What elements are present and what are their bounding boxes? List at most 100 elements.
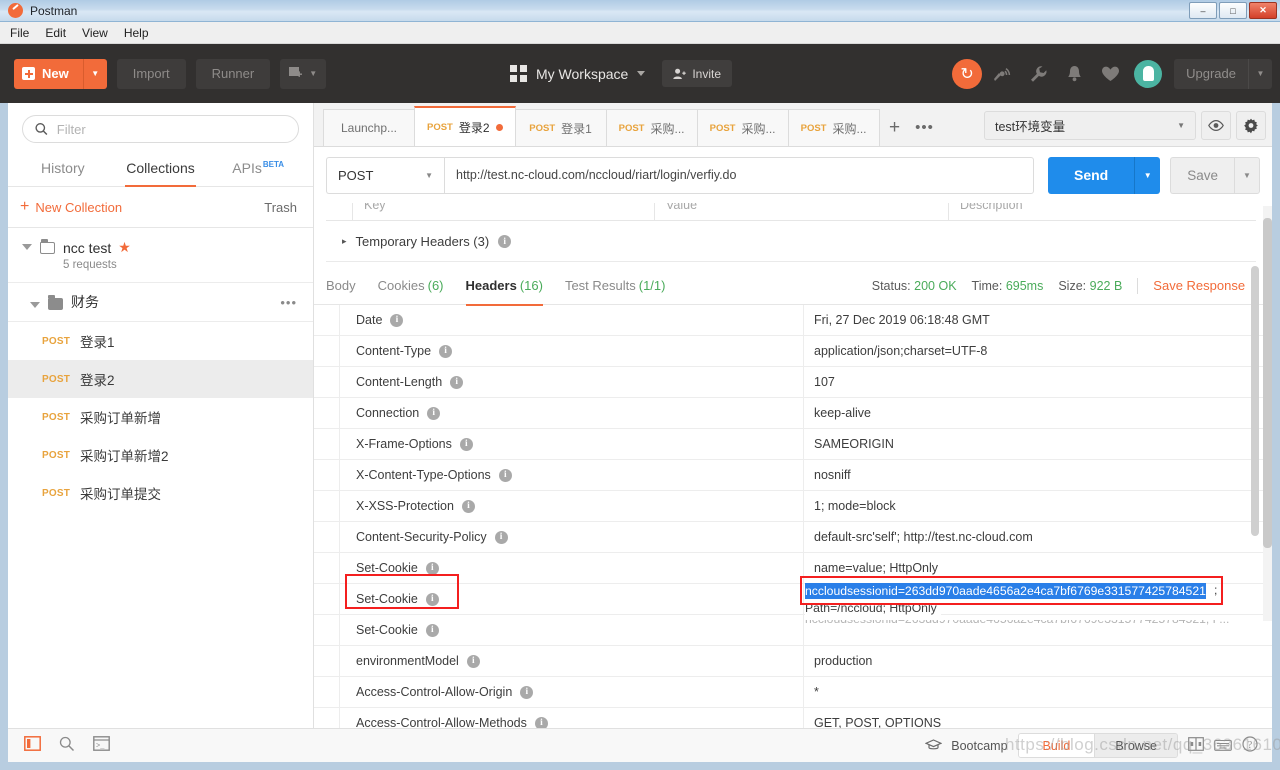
new-window-button[interactable]: ▼ bbox=[280, 58, 327, 89]
settings-button[interactable] bbox=[1236, 111, 1266, 140]
console-icon[interactable]: >_ bbox=[93, 736, 110, 755]
runner-button[interactable]: Runner bbox=[195, 58, 271, 89]
request-tab-caigou-2[interactable]: POST 采购... bbox=[696, 109, 789, 146]
info-icon[interactable]: i bbox=[390, 313, 404, 327]
minimize-button[interactable]: – bbox=[1189, 2, 1217, 19]
menu-item-view[interactable]: View bbox=[82, 26, 108, 40]
menu-item-edit[interactable]: Edit bbox=[45, 26, 66, 40]
temporary-headers-row[interactable]: ▸ Temporary Headers (3) i bbox=[326, 222, 1256, 262]
keyboard-icon[interactable] bbox=[1214, 738, 1232, 754]
info-icon[interactable]: i bbox=[450, 375, 464, 389]
folder-item-caiwu[interactable]: 财务 ••• bbox=[8, 283, 313, 322]
tab-label: 登录1 bbox=[561, 121, 592, 136]
send-button[interactable]: Send bbox=[1047, 156, 1135, 194]
headers-scrollbar[interactable] bbox=[1251, 206, 1259, 621]
close-button[interactable]: ✕ bbox=[1249, 2, 1277, 19]
menu-item-help[interactable]: Help bbox=[124, 26, 149, 40]
cookie-value-selected-text[interactable]: nccloudsessionid=263dd970aade4656a2e4ca7… bbox=[805, 583, 1206, 599]
chevron-right-icon[interactable]: ▸ bbox=[342, 236, 347, 247]
two-pane-icon[interactable] bbox=[1188, 737, 1204, 754]
wrench-icon[interactable] bbox=[1022, 58, 1054, 90]
star-icon[interactable]: ★ bbox=[118, 239, 131, 256]
request-name: 登录2 bbox=[80, 373, 115, 388]
request-tab-caigou-1[interactable]: POST 采购... bbox=[605, 109, 698, 146]
build-button[interactable]: Build bbox=[1018, 734, 1095, 757]
response-tab-headers[interactable]: Headers (16) bbox=[465, 267, 544, 306]
sidebar-toggle-icon[interactable] bbox=[24, 736, 41, 755]
info-icon[interactable]: i bbox=[498, 235, 512, 248]
import-button[interactable]: Import bbox=[116, 58, 186, 89]
workspace-caret-icon[interactable] bbox=[637, 71, 646, 76]
sidebar-request-po-new[interactable]: POST 采购订单新增 bbox=[8, 398, 313, 436]
info-icon[interactable]: i bbox=[425, 623, 439, 637]
environment-quick-look-button[interactable] bbox=[1201, 111, 1231, 140]
more-dots-icon[interactable]: ••• bbox=[280, 295, 297, 310]
bell-icon[interactable] bbox=[1058, 58, 1090, 90]
new-button[interactable]: New ▼ bbox=[14, 58, 107, 89]
info-icon[interactable]: i bbox=[466, 654, 480, 668]
header-key: Set-Cookie bbox=[356, 623, 418, 637]
add-tab-button[interactable]: + bbox=[880, 109, 910, 146]
upgrade-button[interactable]: Upgrade ▼ bbox=[1174, 58, 1272, 89]
bootcamp-button[interactable]: Bootcamp bbox=[925, 739, 1008, 753]
help-icon[interactable]: ? bbox=[1242, 736, 1258, 755]
collection-item-ncc-test[interactable]: ncc test ★ 5 requests bbox=[8, 228, 313, 283]
heart-icon[interactable] bbox=[1094, 58, 1126, 90]
avatar[interactable] bbox=[1134, 59, 1163, 88]
svg-text:>_: >_ bbox=[96, 743, 105, 751]
new-dropdown-caret[interactable]: ▼ bbox=[82, 58, 107, 89]
table-row: Content-Length i 107 bbox=[314, 367, 1272, 398]
info-icon[interactable]: i bbox=[439, 344, 453, 358]
maximize-button[interactable]: □ bbox=[1219, 2, 1247, 19]
info-icon[interactable]: i bbox=[498, 468, 512, 482]
environment-selector[interactable]: test环境变量 ▼ bbox=[984, 111, 1196, 140]
workspace-name[interactable]: My Workspace bbox=[536, 66, 628, 82]
response-tab-test-results[interactable]: Test Results (1/1) bbox=[565, 267, 666, 305]
response-tab-body[interactable]: Body bbox=[326, 267, 356, 305]
new-collection-button[interactable]: + New Collection bbox=[20, 199, 122, 215]
http-method-selector[interactable]: POST ▼ bbox=[326, 156, 444, 194]
info-icon[interactable]: i bbox=[425, 561, 439, 575]
request-tab-launchpad[interactable]: Launchp... bbox=[323, 109, 415, 146]
info-icon[interactable]: i bbox=[520, 685, 534, 699]
info-icon[interactable]: i bbox=[427, 406, 441, 420]
sidebar-request-denglu1[interactable]: POST 登录1 bbox=[8, 322, 313, 360]
build-browse-toggle: Build Browse bbox=[1017, 733, 1178, 758]
chevron-down-icon[interactable] bbox=[30, 301, 40, 308]
scrollbar-thumb[interactable] bbox=[1251, 266, 1259, 536]
save-dropdown-caret[interactable]: ▼ bbox=[1234, 156, 1260, 194]
save-button[interactable]: Save bbox=[1170, 156, 1234, 194]
browse-button[interactable]: Browse bbox=[1094, 734, 1177, 757]
chevron-down-icon[interactable] bbox=[22, 244, 32, 250]
invite-button[interactable]: Invite bbox=[662, 60, 733, 87]
scrollbar-thumb[interactable] bbox=[1263, 218, 1272, 548]
menu-item-file[interactable]: File bbox=[10, 26, 29, 40]
tab-more-button[interactable]: ••• bbox=[910, 109, 940, 146]
request-tab-denglu2[interactable]: POST 登录2 bbox=[414, 106, 516, 146]
response-tab-cookies[interactable]: Cookies (6) bbox=[378, 267, 444, 305]
info-icon[interactable]: i bbox=[494, 530, 508, 544]
sidebar-request-denglu2[interactable]: POST 登录2 bbox=[8, 360, 313, 398]
outer-scrollbar[interactable] bbox=[1263, 206, 1272, 621]
info-icon[interactable]: i bbox=[461, 499, 475, 513]
info-icon[interactable]: i bbox=[425, 592, 439, 606]
sidebar-tab-history[interactable]: History bbox=[14, 151, 112, 186]
satellite-icon[interactable] bbox=[986, 58, 1018, 90]
sync-icon[interactable]: ↻ bbox=[952, 58, 983, 89]
save-response-button[interactable]: Save Response▼ bbox=[1153, 278, 1260, 293]
search-input-wrapper[interactable] bbox=[22, 115, 299, 143]
info-icon[interactable]: i bbox=[534, 716, 548, 728]
search-input[interactable] bbox=[56, 121, 286, 137]
search-icon[interactable] bbox=[59, 736, 75, 756]
request-tab-caigou-3[interactable]: POST 采购... bbox=[787, 109, 880, 146]
request-url-input[interactable]: http://test.nc-cloud.com/nccloud/riart/l… bbox=[444, 156, 1034, 194]
info-icon[interactable]: i bbox=[459, 437, 473, 451]
sidebar-request-po-submit[interactable]: POST 采购订单提交 bbox=[8, 474, 313, 512]
trash-button[interactable]: Trash bbox=[264, 200, 297, 215]
upgrade-caret-icon[interactable]: ▼ bbox=[1248, 58, 1272, 89]
sidebar-tab-apis[interactable]: APIsBETA bbox=[209, 151, 307, 186]
send-dropdown-caret[interactable]: ▼ bbox=[1134, 156, 1161, 194]
sidebar-request-po-new-2[interactable]: POST 采购订单新增2 bbox=[8, 436, 313, 474]
request-tab-denglu1[interactable]: POST 登录1 bbox=[514, 109, 607, 146]
sidebar-tab-collections[interactable]: Collections bbox=[112, 151, 210, 187]
